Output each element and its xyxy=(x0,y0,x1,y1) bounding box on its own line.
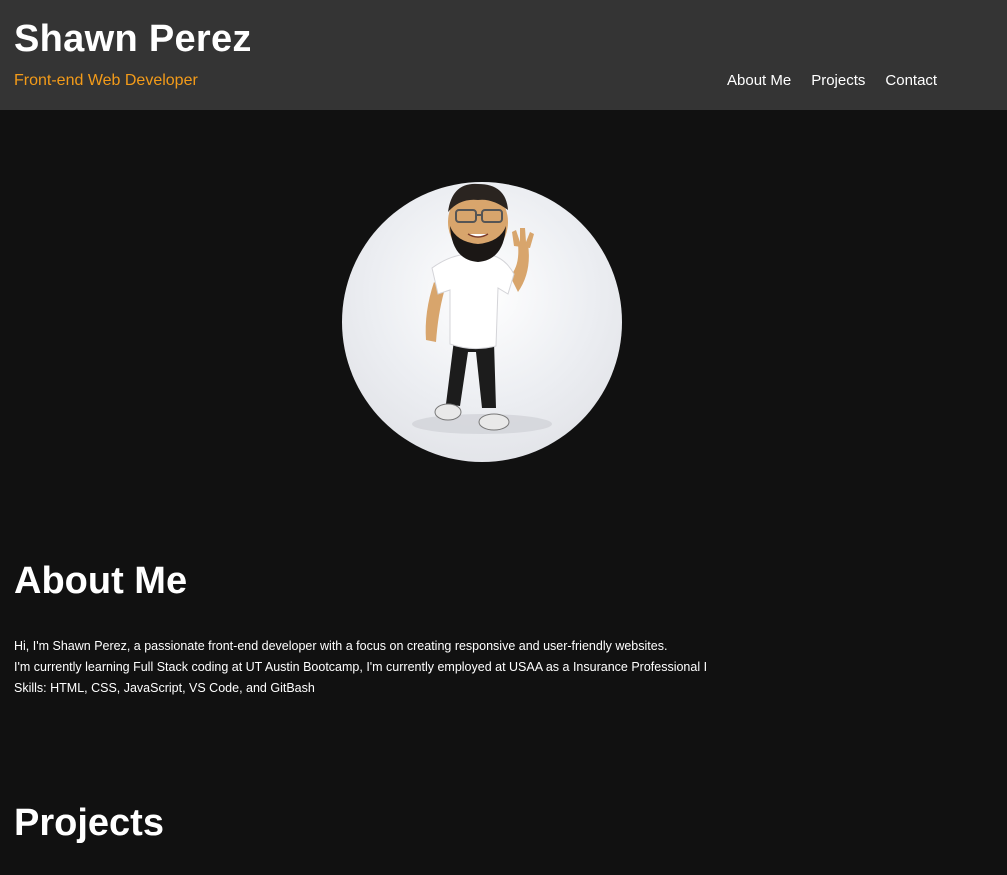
tagline: Front-end Web Developer xyxy=(14,72,198,89)
about-me-heading: About Me xyxy=(14,560,188,602)
about-me-text: Hi, I'm Shawn Perez, a passionate front-… xyxy=(14,636,707,699)
about-line-intro: Hi, I'm Shawn Perez, a passionate front-… xyxy=(14,639,668,653)
about-line-education: I'm currently learning Full Stack coding… xyxy=(14,660,708,674)
site-header: Shawn Perez Front-end Web Developer Abou… xyxy=(0,0,1007,110)
nav-link-about-me[interactable]: About Me xyxy=(727,72,791,90)
profile-avatar xyxy=(342,182,622,462)
about-line-skills: Skills: HTML, CSS, JavaScript, VS Code, … xyxy=(14,681,315,695)
site-name: Shawn Perez xyxy=(14,18,252,60)
main-nav: About Me Projects Contact xyxy=(727,72,957,90)
bitmoji-avatar-icon xyxy=(412,183,552,434)
nav-link-projects[interactable]: Projects xyxy=(811,72,865,90)
projects-heading: Projects xyxy=(14,802,164,844)
nav-link-contact[interactable]: Contact xyxy=(885,72,937,90)
